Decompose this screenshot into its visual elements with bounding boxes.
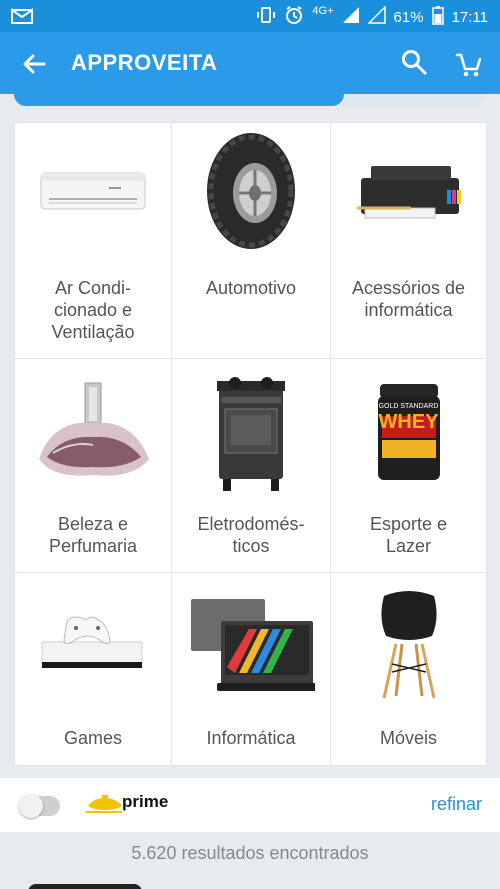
clock: 17:11 — [451, 8, 488, 26]
battery-icon — [431, 5, 444, 29]
network-type: 4G+ — [312, 5, 334, 17]
refine-button[interactable]: refinar — [431, 794, 482, 815]
category-sports[interactable]: WHEY GOLD STANDARD Esporte e Lazer — [331, 359, 487, 573]
category-computing[interactable]: Informática — [172, 573, 331, 766]
prime-logo: prime — [84, 790, 174, 820]
chair-image — [331, 585, 486, 705]
vibrate-icon — [256, 5, 276, 29]
toggle-knob — [19, 794, 43, 818]
category-label: Ar Condi- cionado e Ventilação — [51, 278, 135, 342]
alarm-icon — [284, 5, 304, 29]
scroll-progress-bar — [14, 94, 486, 106]
category-label: Automotivo — [205, 278, 297, 298]
category-label: Eletrodomés- ticos — [197, 514, 305, 556]
whey-protein-image: WHEY GOLD STANDARD — [331, 369, 486, 499]
category-air-conditioning[interactable]: Ar Condi- cionado e Ventilação — [15, 123, 172, 359]
category-grid: Ar Condi- cionado e Ventilação Automotiv… — [14, 122, 487, 766]
page-title: APPROVEITA — [71, 50, 218, 75]
scroll-progress-fill — [14, 94, 345, 106]
whey-brand-label: WHEY — [378, 411, 439, 433]
battery-level: 61% — [393, 8, 424, 26]
status-bar: 4G+ 61% 17:11 — [0, 0, 500, 32]
tire-image — [172, 131, 330, 251]
category-label: Informática — [206, 728, 296, 748]
signal-2-icon — [366, 5, 386, 28]
category-label: Games — [63, 728, 123, 748]
category-furniture[interactable]: Móveis — [331, 573, 487, 766]
prime-toggle[interactable] — [19, 794, 60, 818]
category-games[interactable]: Games — [15, 573, 172, 766]
category-label: Beleza e Perfumaria — [48, 514, 138, 556]
stove-image — [172, 369, 330, 499]
results-count: 5.620 resultados encontrados — [131, 843, 369, 863]
category-computer-accessories[interactable]: Acessórios de informática — [331, 123, 487, 359]
prime-label: prime — [122, 792, 169, 811]
category-beauty[interactable]: Beleza e Perfumaria — [15, 359, 172, 573]
air-conditioner-image — [15, 131, 171, 251]
signal-icon — [342, 6, 360, 28]
back-arrow-icon[interactable] — [20, 50, 48, 78]
cart-icon[interactable] — [455, 49, 483, 79]
app-bar: APPROVEITA — [0, 32, 500, 94]
category-label: Móveis — [379, 728, 437, 748]
category-automotive[interactable]: Automotivo — [172, 123, 331, 359]
category-label: Acessórios de informática — [351, 278, 466, 320]
search-icon[interactable] — [400, 48, 428, 76]
category-appliances[interactable]: Eletrodomés- ticos — [172, 359, 331, 573]
next-item-peek — [28, 884, 142, 889]
whey-subtitle-label: GOLD STANDARD — [378, 403, 439, 410]
filter-bar: prime refinar — [0, 778, 500, 832]
perfume-image — [15, 369, 171, 499]
category-label: Esporte e Lazer — [369, 514, 448, 556]
notification-icon — [10, 6, 34, 31]
printer-image — [331, 131, 486, 251]
laptop-image — [172, 585, 330, 705]
xbox-console-image — [15, 585, 171, 705]
